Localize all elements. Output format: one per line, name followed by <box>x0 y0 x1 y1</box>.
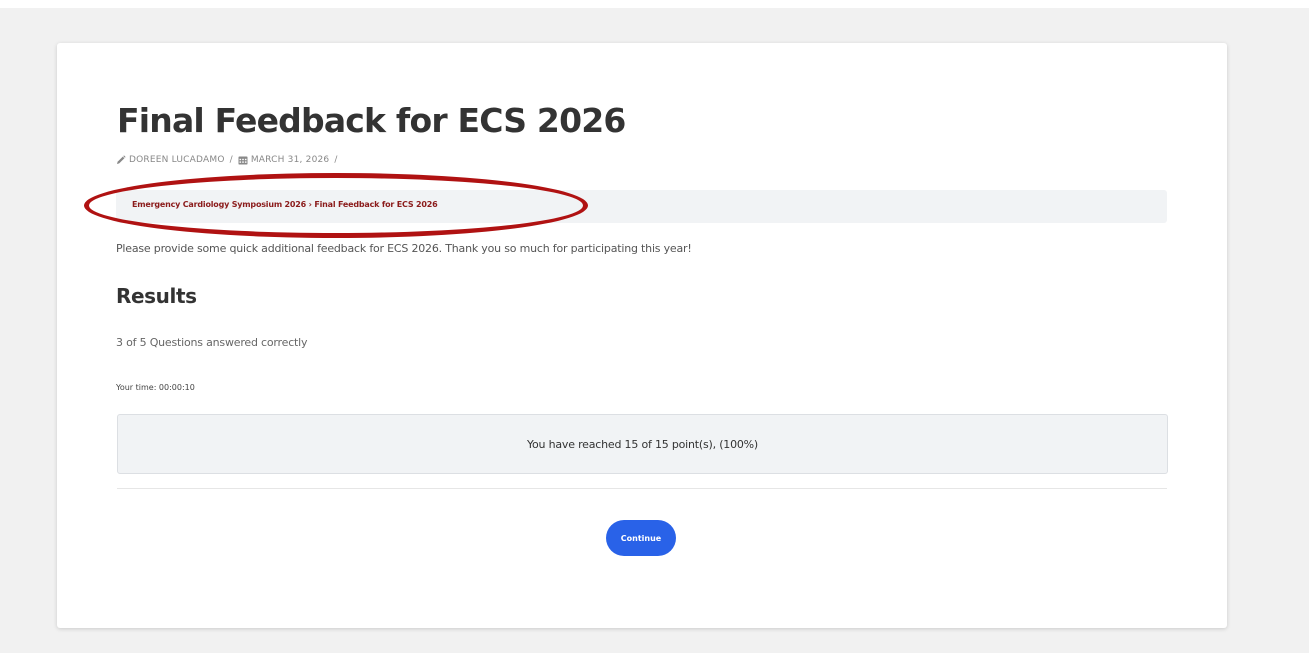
continue-button[interactable]: Continue <box>606 520 676 556</box>
results-heading: Results <box>116 284 197 308</box>
window-right-edge <box>1309 0 1313 653</box>
breadcrumb-bar: Emergency Cardiology Symposium 2026 › Fi… <box>116 190 1167 223</box>
breadcrumb-separator: › <box>308 200 312 209</box>
post-date: MARCH 31, 2026 <box>250 155 330 165</box>
content-card: Final Feedback for ECS 2026 DOREEN LUCAD… <box>57 43 1227 628</box>
meta-separator: / <box>334 155 338 165</box>
breadcrumb: Emergency Cardiology Symposium 2026 › Fi… <box>132 200 438 209</box>
post-meta: DOREEN LUCADAMO / MARCH 31, 2026 / <box>116 155 343 165</box>
calendar-icon <box>238 155 248 165</box>
score-text: You have reached 15 of 15 point(s), (100… <box>526 437 759 451</box>
divider <box>117 488 1167 489</box>
breadcrumb-current: Final Feedback for ECS 2026 <box>314 200 438 209</box>
score-panel: You have reached 15 of 15 point(s), (100… <box>117 414 1168 474</box>
page-title: Final Feedback for ECS 2026 <box>117 101 626 140</box>
quiz-description: Please provide some quick additional fee… <box>116 242 692 255</box>
window-top-edge <box>0 0 1313 8</box>
author-name[interactable]: DOREEN LUCADAMO <box>129 155 225 165</box>
answered-count: 3 of 5 Questions answered correctly <box>116 336 308 349</box>
quiz-time: Your time: 00:00:10 <box>116 383 195 392</box>
breadcrumb-parent-link[interactable]: Emergency Cardiology Symposium 2026 <box>132 200 306 209</box>
pencil-icon <box>116 155 126 165</box>
meta-separator: / <box>229 155 233 165</box>
